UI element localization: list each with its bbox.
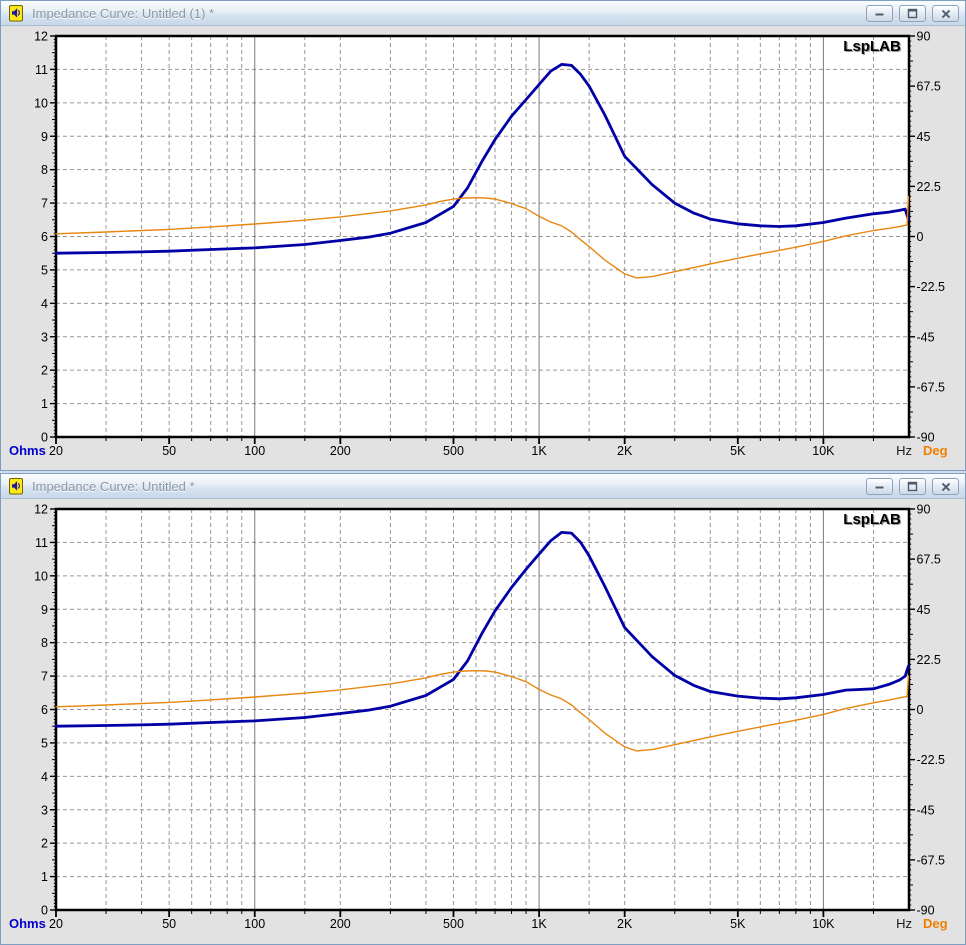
svg-text:50: 50 — [162, 917, 176, 931]
mdi-workspace: Impedance Curve: Untitled (1) * 20 50 100 2… — [0, 0, 966, 945]
svg-text:-22.5: -22.5 — [917, 280, 946, 294]
svg-text:50: 50 — [162, 444, 176, 458]
titlebar[interactable]: Impedance Curve: Untitled * — [1, 474, 965, 499]
speaker-document-icon[interactable] — [8, 4, 25, 22]
svg-text:-22.5: -22.5 — [917, 753, 946, 767]
window-title: Impedance Curve: Untitled (1) * — [32, 5, 215, 21]
svg-text:10: 10 — [34, 96, 48, 110]
svg-text:-67.5: -67.5 — [917, 853, 946, 867]
svg-text:1K: 1K — [531, 444, 547, 458]
svg-text:6: 6 — [41, 230, 48, 244]
svg-text:-45: -45 — [917, 803, 935, 817]
svg-text:6: 6 — [41, 703, 48, 717]
svg-text:10K: 10K — [812, 444, 835, 458]
minimize-button[interactable] — [866, 478, 893, 495]
deg-axis-label: Deg — [923, 916, 948, 931]
impedance-chart: 20 50 100 200 500 1K 2K 5K 10K0123456789101112-9… — [9, 30, 948, 459]
impedance-window-1: Impedance Curve: Untitled (1) * 20 50 100 2… — [0, 0, 966, 471]
close-button[interactable] — [932, 5, 959, 22]
titlebar[interactable]: Impedance Curve: Untitled (1) * — [1, 1, 965, 26]
svg-text:10K: 10K — [812, 917, 835, 931]
ohms-axis-label: Ohms — [9, 916, 46, 931]
deg-axis-label: Deg — [923, 443, 948, 458]
svg-text:5K: 5K — [730, 917, 746, 931]
svg-text:2K: 2K — [617, 444, 633, 458]
impedance-window-2: Impedance Curve: Untitled * 20 50 100 200 50… — [0, 473, 966, 945]
hz-axis-label: Hz — [896, 443, 912, 458]
svg-text:-45: -45 — [917, 330, 935, 344]
svg-text:8: 8 — [41, 163, 48, 177]
svg-text:200: 200 — [330, 917, 351, 931]
svg-text:4: 4 — [41, 770, 48, 784]
svg-text:10: 10 — [34, 569, 48, 583]
svg-text:8: 8 — [41, 636, 48, 650]
svg-text:22.5: 22.5 — [917, 653, 941, 667]
svg-text:100: 100 — [244, 444, 265, 458]
svg-text:45: 45 — [917, 603, 931, 617]
chart-client-area: 20 50 100 200 500 1K 2K 5K 10K 0 1 2 3 4 5 6 7 8 9 10 11 12 -9… — [1, 499, 965, 943]
svg-text:4: 4 — [41, 297, 48, 311]
svg-text:9: 9 — [41, 130, 48, 144]
svg-text:22.5: 22.5 — [917, 180, 941, 194]
svg-text:5K: 5K — [730, 444, 746, 458]
svg-text:0: 0 — [917, 230, 924, 244]
svg-text:100: 100 — [244, 917, 265, 931]
svg-text:1K: 1K — [531, 917, 547, 931]
svg-text:3: 3 — [41, 330, 48, 344]
svg-text:45: 45 — [917, 130, 931, 144]
impedance-chart: 20 50 100 200 500 1K 2K 5K 10K0123456789101112-9… — [9, 503, 948, 932]
svg-text:2: 2 — [41, 837, 48, 851]
svg-text:5: 5 — [41, 263, 48, 277]
svg-text:12: 12 — [34, 503, 48, 517]
svg-text:500: 500 — [443, 917, 464, 931]
svg-text:1: 1 — [41, 397, 48, 411]
brand-label: LspLAB — [843, 511, 901, 528]
svg-text:12: 12 — [34, 30, 48, 44]
svg-text:67.5: 67.5 — [917, 80, 941, 94]
restore-button[interactable] — [899, 478, 926, 495]
svg-text:500: 500 — [443, 444, 464, 458]
svg-text:2: 2 — [41, 364, 48, 378]
svg-text:20: 20 — [49, 444, 63, 458]
restore-button[interactable] — [899, 5, 926, 22]
svg-text:200: 200 — [330, 444, 351, 458]
ohms-axis-label: Ohms — [9, 443, 46, 458]
chart-client-area: 20 50 100 200 500 1K 2K 5K 10K 0 1 2 3 4 5 6 7 8 9 10 11 12 -9… — [1, 26, 965, 470]
svg-text:67.5: 67.5 — [917, 553, 941, 567]
svg-text:11: 11 — [35, 63, 48, 77]
svg-text:11: 11 — [35, 536, 48, 550]
svg-text:9: 9 — [41, 603, 48, 617]
svg-text:2K: 2K — [617, 917, 633, 931]
svg-text:7: 7 — [41, 197, 48, 211]
svg-text:90: 90 — [917, 30, 931, 44]
svg-text:0: 0 — [917, 703, 924, 717]
brand-label: LspLAB — [843, 38, 901, 55]
window-title: Impedance Curve: Untitled * — [32, 478, 195, 494]
svg-text:-67.5: -67.5 — [917, 380, 946, 394]
svg-text:7: 7 — [41, 670, 48, 684]
svg-text:90: 90 — [917, 503, 931, 517]
hz-axis-label: Hz — [896, 916, 912, 931]
speaker-document-icon[interactable] — [8, 477, 25, 495]
svg-text:3: 3 — [41, 803, 48, 817]
svg-text:20: 20 — [49, 917, 63, 931]
minimize-button[interactable] — [866, 5, 893, 22]
close-button[interactable] — [932, 478, 959, 495]
svg-text:5: 5 — [41, 736, 48, 750]
svg-text:1: 1 — [41, 870, 48, 884]
